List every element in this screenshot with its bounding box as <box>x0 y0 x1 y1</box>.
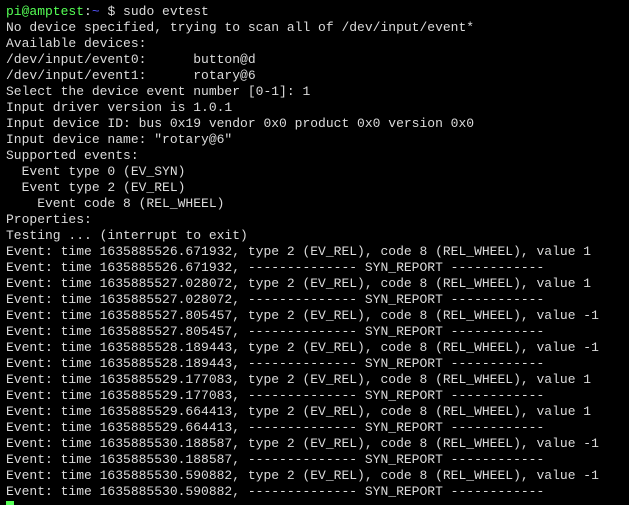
command-input[interactable]: sudo evtest <box>123 4 209 19</box>
prompt-separator: : <box>84 4 92 19</box>
prompt-user-host: pi@amptest <box>6 4 84 19</box>
prompt-line: pi@amptest:~ $ sudo evtest <box>6 4 209 19</box>
cursor <box>6 501 14 505</box>
terminal[interactable]: pi@amptest:~ $ sudo evtest No device spe… <box>0 0 629 505</box>
prompt-path: ~ <box>92 4 100 19</box>
prompt-symbol: $ <box>100 4 123 19</box>
terminal-output: No device specified, trying to scan all … <box>6 20 599 499</box>
